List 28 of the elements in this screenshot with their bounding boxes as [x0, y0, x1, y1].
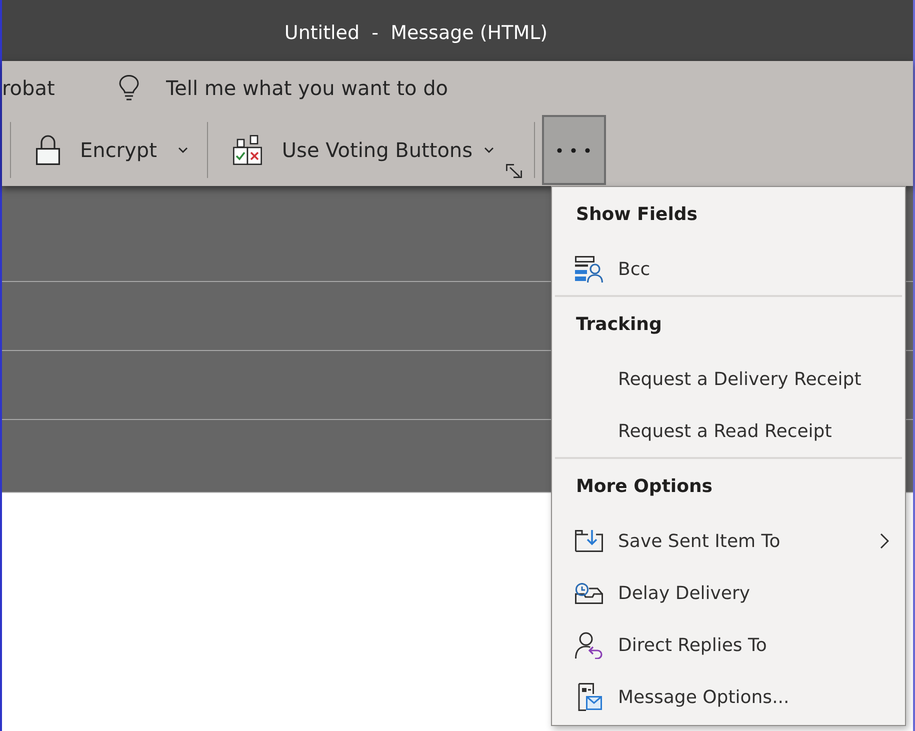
more-icon [557, 148, 590, 152]
chevron-down-icon [484, 147, 494, 153]
menu-section-heading: Show Fields [575, 202, 698, 226]
chevron-down-icon [178, 147, 188, 153]
menu-item[interactable]: Request a Delivery Receipt [552, 353, 905, 405]
window-title: Untitled - Message (HTML) [284, 22, 548, 44]
encrypt-button[interactable]: Encrypt [24, 122, 197, 178]
menu-item[interactable]: Direct Replies To [552, 619, 905, 671]
tray-clock-icon [575, 582, 603, 604]
tell-me-field[interactable]: Tell me what you want to do [166, 72, 466, 102]
document-envelope-icon [576, 683, 602, 711]
menu-item[interactable]: Message Options... [552, 671, 905, 723]
lock-icon [36, 135, 60, 165]
ribbon-tab[interactable]: robat [2, 70, 55, 104]
menu-section-heading: Tracking [575, 312, 663, 336]
menu-item[interactable]: Delay Delivery [552, 567, 905, 619]
ballot-boxes-icon [232, 135, 262, 165]
folder-arrow-icon [575, 530, 603, 552]
menu-item[interactable]: Request a Read Receipt [552, 405, 905, 457]
menu-item[interactable]: Bcc [552, 243, 905, 295]
lightbulb-icon [118, 74, 139, 100]
person-reply-icon [575, 632, 603, 658]
dialog-launcher-icon[interactable] [506, 164, 522, 178]
menu-item[interactable]: Save Sent Item To [552, 515, 905, 567]
menu-section-heading: More Options [575, 474, 714, 498]
chevron-right-icon [879, 533, 889, 549]
list-person-icon [575, 256, 603, 282]
voting-button[interactable]: Use Voting Buttons [220, 122, 503, 178]
